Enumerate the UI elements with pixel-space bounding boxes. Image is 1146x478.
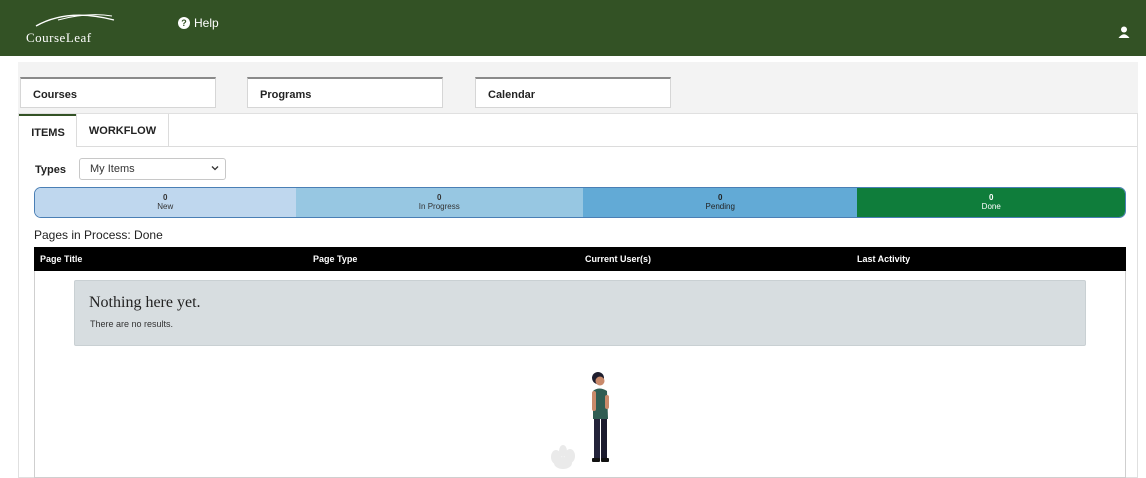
types-select[interactable]: My Items [79,158,226,180]
status-pending[interactable]: 0 Pending [582,188,858,217]
workflow-status-bar: 0 New 0 In Progress 0 Pending 0 Done [34,187,1126,218]
status-pending-count: 0 [718,193,723,202]
user-icon[interactable] [1118,26,1130,38]
tab-workflow[interactable]: WORKFLOW [76,114,169,147]
empty-state-alert: Nothing here yet. There are no results. [74,280,1086,346]
tab-courses[interactable]: Courses [20,77,216,108]
status-in-progress-label: In Progress [418,202,460,211]
tab-programs[interactable]: Programs [247,77,443,108]
status-in-progress[interactable]: 0 In Progress [295,188,583,217]
table-body: Nothing here yet. There are no results. [34,271,1126,478]
courseleaf-logo[interactable]: CourseLeaf [24,10,124,48]
status-in-progress-count: 0 [437,193,442,202]
types-select-value: My Items [90,163,135,175]
column-page-type[interactable]: Page Type [313,254,357,264]
empty-state-title: Nothing here yet. [89,294,201,311]
main-content: Courses Programs Calendar ITEMS WORKFLOW… [18,62,1138,478]
column-page-title[interactable]: Page Title [40,254,82,264]
status-new-count: 0 [163,193,168,202]
sub-tab-bar: ITEMS WORKFLOW [19,114,1137,147]
items-panel: ITEMS WORKFLOW Types My Items 0 New 0 In… [18,113,1138,478]
logo-swoosh-icon [35,14,115,27]
column-last-activity[interactable]: Last Activity [857,254,910,264]
table-header: Page Title Page Type Current User(s) Las… [34,247,1126,271]
chevron-down-icon [211,166,219,171]
status-new-label: New [157,202,174,211]
status-done-label: Done [981,202,1001,211]
empty-state-person-illustration [551,372,609,469]
tab-items[interactable]: ITEMS [19,114,77,147]
help-circle-icon: ? [178,17,190,29]
column-current-users[interactable]: Current User(s) [585,254,651,264]
types-label: Types [35,164,66,176]
status-done[interactable]: 0 Done [857,188,1125,217]
help-link[interactable]: ? Help [178,16,219,30]
tab-calendar[interactable]: Calendar [475,77,671,108]
status-new[interactable]: 0 New [35,188,296,217]
status-pending-label: Pending [705,202,735,211]
status-done-count: 0 [989,193,994,202]
top-navigation-bar: CourseLeaf ? Help [0,0,1146,56]
logo-text: CourseLeaf [26,30,92,45]
help-label: Help [194,16,219,30]
empty-state-message: There are no results. [90,319,174,329]
section-title: Pages in Process: Done [34,228,163,242]
